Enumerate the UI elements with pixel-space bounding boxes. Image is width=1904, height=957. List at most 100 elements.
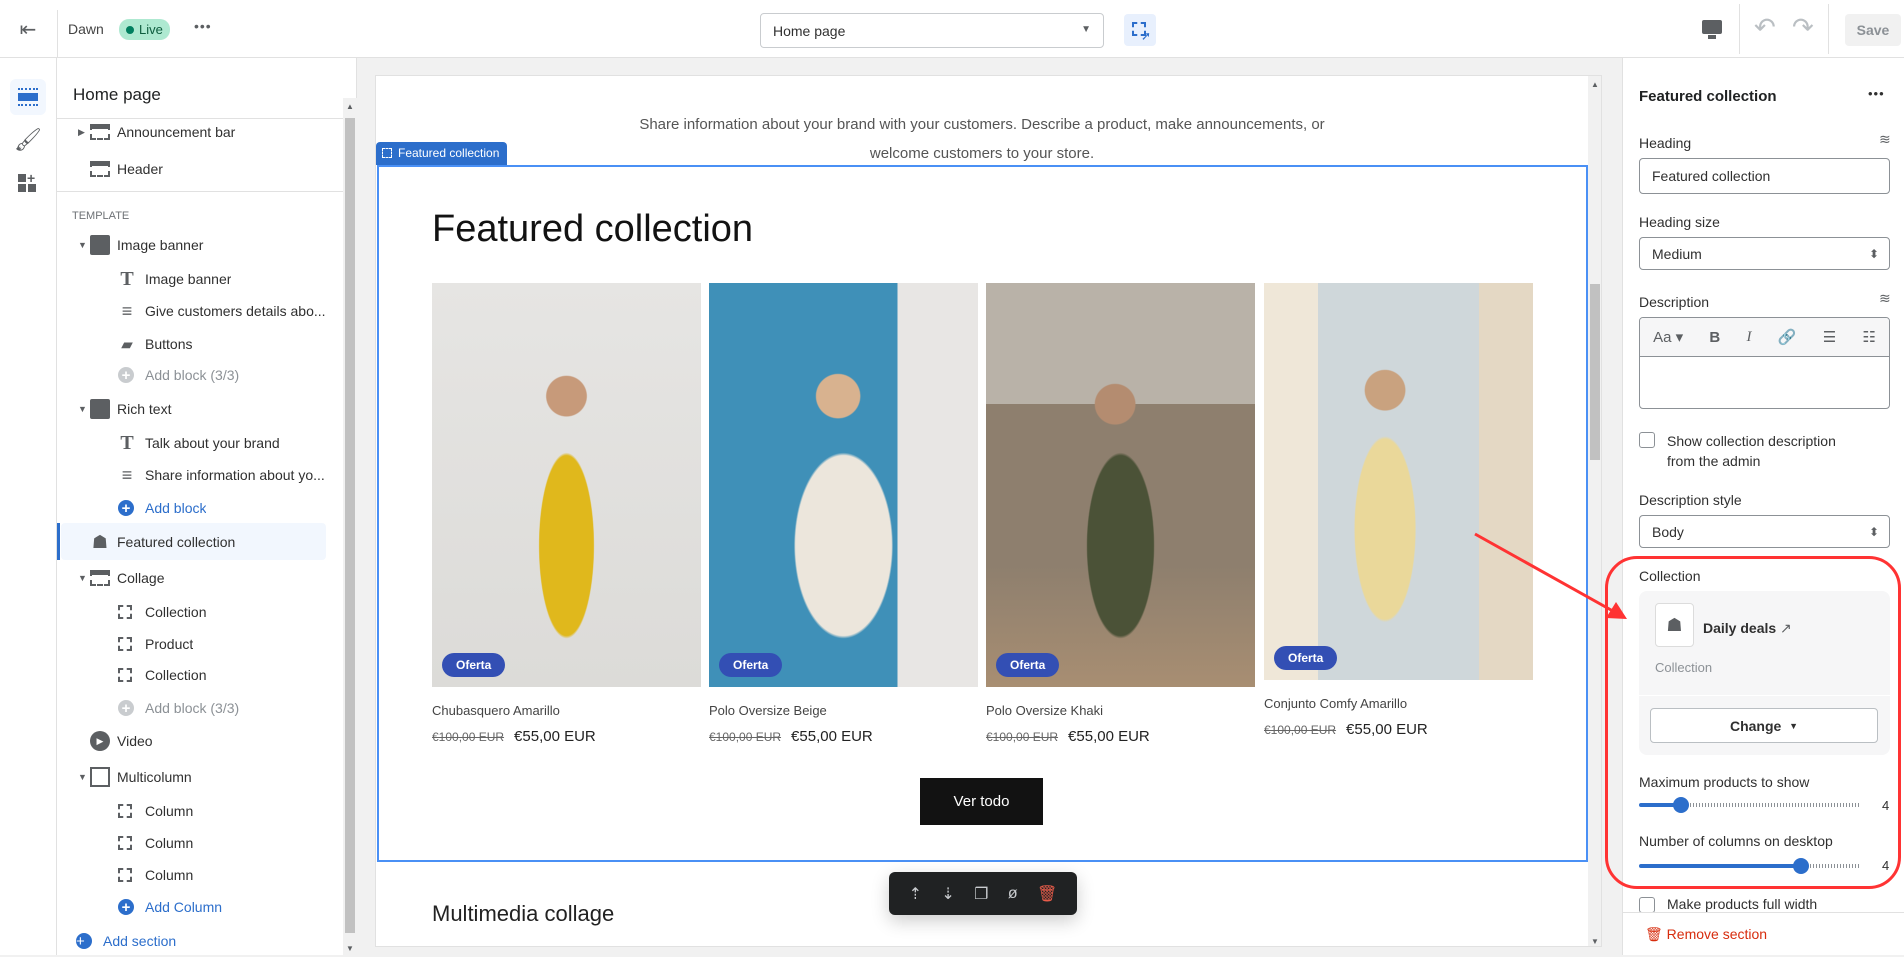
description-style-select[interactable]: Body xyxy=(1639,515,1890,548)
slider-thumb[interactable] xyxy=(1673,797,1690,813)
remove-section-button[interactable]: 🗑 Remove section xyxy=(1645,926,1767,943)
expand-caret-icon[interactable]: ▼ xyxy=(78,772,87,782)
add-circle-icon: + xyxy=(76,933,92,950)
block-item[interactable]: + Add block (3/3) xyxy=(57,692,343,724)
settings-panel: Featured collection ••• Heading ≋ Featur… xyxy=(1622,58,1904,955)
block-item[interactable]: Column xyxy=(57,827,343,859)
full-width-checkbox[interactable] xyxy=(1639,897,1655,912)
item-label: Column xyxy=(145,803,194,819)
settings-more-button[interactable]: ••• xyxy=(1868,86,1885,101)
description-editor[interactable]: Aa ▾ B I 🔗 ☰ ☷ xyxy=(1639,317,1890,409)
columns-slider[interactable] xyxy=(1639,858,1861,874)
block-item[interactable]: Product xyxy=(57,628,343,660)
product-title[interactable]: Chubasquero Amarillo xyxy=(432,703,560,718)
block-item[interactable]: Column xyxy=(57,795,343,827)
block-item[interactable]: T Talk about your brand xyxy=(57,427,343,459)
next-section-heading: Multimedia collage xyxy=(432,901,615,926)
expand-caret-icon[interactable]: ▶ xyxy=(78,127,85,138)
section-item[interactable]: ▼ Multicolumn xyxy=(57,761,343,793)
section-item[interactable]: ☗ Featured collection xyxy=(57,526,343,558)
expand-caret-icon[interactable]: ▼ xyxy=(78,404,87,414)
desktop-icon[interactable] xyxy=(1702,20,1722,34)
exit-icon[interactable]: ⇤ xyxy=(14,16,42,42)
dynamic-source-icon[interactable]: ≋ xyxy=(1879,131,1891,148)
heading-label: Heading xyxy=(1639,135,1692,151)
collection-label: Collection xyxy=(1639,568,1701,584)
block-item[interactable]: + Add block xyxy=(57,492,343,524)
product-title[interactable]: Polo Oversize Khaki xyxy=(986,703,1103,718)
delete-icon[interactable]: 🗑 xyxy=(1037,884,1057,904)
block-item[interactable]: Column xyxy=(57,859,343,891)
collection-name-link[interactable]: Daily deals ↗ xyxy=(1703,620,1792,637)
page-select[interactable]: Home page ▼ xyxy=(760,13,1104,48)
section-item[interactable]: ▼ Collage xyxy=(57,562,343,594)
section-tag[interactable]: Featured collection xyxy=(376,142,508,165)
expand-caret-icon[interactable]: ▼ xyxy=(78,240,87,250)
product-image[interactable]: Oferta xyxy=(709,283,978,687)
scrollbar-thumb[interactable] xyxy=(1590,284,1600,460)
section-item[interactable]: ▼ Rich text xyxy=(57,393,343,425)
heading-size-value: Medium xyxy=(1652,245,1702,262)
item-label: Add block xyxy=(145,500,207,516)
text-format-icon[interactable]: Aa ▾ xyxy=(1653,328,1683,346)
product-title[interactable]: Conjunto Comfy Amarillo xyxy=(1264,696,1407,711)
view-all-button[interactable]: Ver todo xyxy=(920,778,1043,825)
preview-scrollbar[interactable]: ▲ ▼ xyxy=(1588,76,1601,946)
block-item[interactable]: ≡ Share information about yo... xyxy=(57,459,343,491)
section-item[interactable]: ▶ Announcement bar xyxy=(57,116,343,148)
expand-caret-icon[interactable]: ▼ xyxy=(78,573,87,583)
scroll-up-icon[interactable]: ▲ xyxy=(1591,80,1599,89)
redo-icon[interactable]: ↷ xyxy=(1792,12,1814,43)
heading-input[interactable]: Featured collection xyxy=(1639,158,1890,194)
block-item[interactable]: Collection xyxy=(57,596,343,628)
section-item[interactable]: + Add section xyxy=(43,925,329,957)
block-item[interactable]: Collection xyxy=(57,659,343,691)
item-label: Rich text xyxy=(117,401,172,417)
duplicate-icon[interactable]: ❐ xyxy=(974,884,988,904)
sections-tab[interactable] xyxy=(10,79,46,115)
heading-size-select[interactable]: Medium xyxy=(1639,237,1890,270)
max-products-slider[interactable] xyxy=(1639,797,1861,813)
section-item[interactable]: Header xyxy=(57,153,343,185)
theme-more-button[interactable]: ••• xyxy=(194,18,212,34)
block-item[interactable]: ≡ Give customers details abo... xyxy=(57,295,343,327)
section-item[interactable]: ▼ Image banner xyxy=(57,229,343,261)
save-button[interactable]: Save xyxy=(1845,14,1901,46)
block-item[interactable]: T Image banner xyxy=(57,263,343,295)
divider xyxy=(1639,695,1890,696)
numbered-list-icon[interactable]: ☷ xyxy=(1862,328,1875,346)
scroll-down-icon[interactable]: ▼ xyxy=(346,944,354,953)
block-item[interactable]: + Add Column xyxy=(57,891,343,923)
collection-tag-icon: ☗ xyxy=(1655,603,1694,647)
scrollbar[interactable]: ▲ ▼ xyxy=(343,98,357,955)
description-style-value: Body xyxy=(1652,523,1684,540)
inspector-button[interactable]: ➚ xyxy=(1124,14,1156,46)
scroll-down-icon[interactable]: ▼ xyxy=(1591,937,1599,946)
bold-icon[interactable]: B xyxy=(1709,329,1720,346)
app-blocks-icon[interactable]: + xyxy=(18,170,38,194)
bullet-list-icon[interactable]: ☰ xyxy=(1823,328,1836,346)
product-image[interactable]: Oferta xyxy=(986,283,1255,687)
change-collection-button[interactable]: Change ▼ xyxy=(1650,708,1878,743)
scroll-up-icon[interactable]: ▲ xyxy=(346,102,354,111)
italic-icon[interactable]: I xyxy=(1747,329,1752,346)
trash-icon: 🗑 xyxy=(1645,926,1663,942)
max-products-value: 4 xyxy=(1882,798,1890,813)
theme-settings-brush-icon[interactable]: 🖌 xyxy=(10,122,46,158)
block-item[interactable]: + Add block (3/3) xyxy=(57,359,343,391)
undo-icon[interactable]: ↶ xyxy=(1754,12,1776,43)
product-image[interactable]: Oferta xyxy=(432,283,701,687)
link-icon[interactable]: 🔗 xyxy=(1778,328,1797,346)
product-title[interactable]: Polo Oversize Beige xyxy=(709,703,827,718)
section-item[interactable]: ▶ Video xyxy=(57,725,343,757)
move-up-icon[interactable]: ⇡ xyxy=(909,884,922,904)
item-label: Collection xyxy=(145,604,207,620)
sale-price: €55,00 EUR xyxy=(1346,721,1428,738)
slider-thumb[interactable] xyxy=(1793,858,1810,874)
show-description-checkbox[interactable] xyxy=(1639,432,1655,448)
hide-icon[interactable]: ø xyxy=(1008,885,1018,903)
scrollbar-thumb[interactable] xyxy=(345,118,355,933)
block-item[interactable]: ▰ Buttons xyxy=(57,328,343,360)
dynamic-source-icon[interactable]: ≋ xyxy=(1879,290,1891,307)
move-down-icon[interactable]: ⇣ xyxy=(941,884,954,904)
